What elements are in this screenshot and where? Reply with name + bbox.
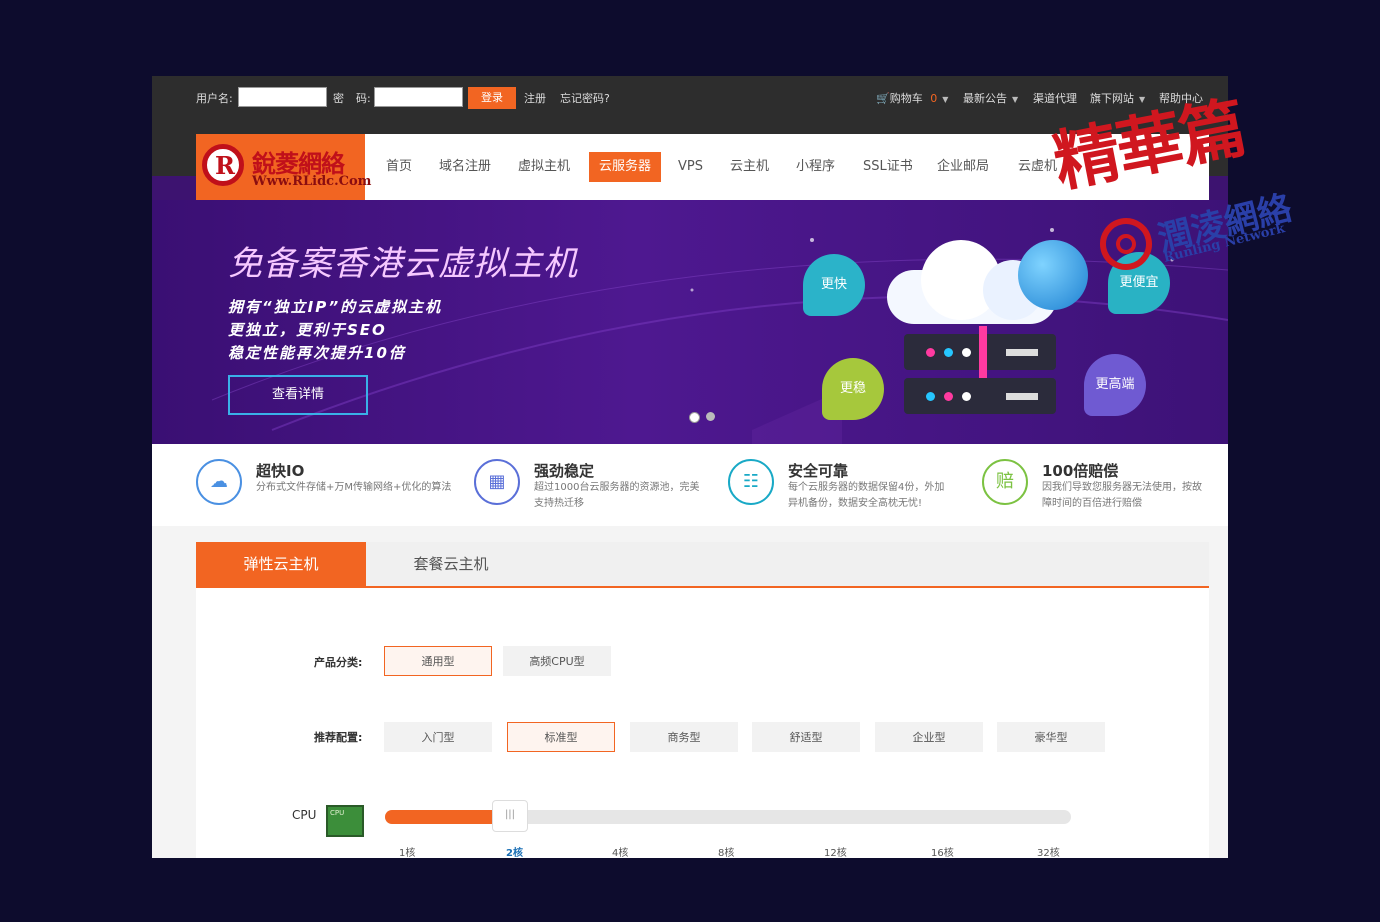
feature-title-stable: 强劲稳定 [534, 462, 595, 480]
bubble-high-end: 更高端 [1084, 354, 1146, 416]
cart-count: 0 [930, 92, 938, 105]
product-tabs: 弹性云主机 套餐云主机 [196, 542, 1209, 588]
nav-item-cloud-host[interactable]: 云主机 [730, 134, 769, 200]
config-standard[interactable]: 标准型 [507, 722, 615, 752]
banner-line-2: 更独立，更利于SEO [228, 321, 387, 339]
nav-item-home[interactable]: 首页 [386, 134, 412, 200]
config-luxury[interactable]: 豪华型 [997, 722, 1105, 752]
feature-desc-stable: 超过1000台云服务器的资源池，完美支持热迁移 [534, 482, 700, 509]
nav-item-enterprise-mail[interactable]: 企业邮局 [937, 134, 989, 200]
bubble-stable: 更稳 [822, 358, 884, 420]
cpu-chip-icon: CPU [326, 805, 364, 837]
cpu-tick-selected[interactable]: 2核 [506, 844, 523, 858]
compensation-icon: 赔 [982, 459, 1028, 505]
cpu-tick[interactable]: 32核 [1037, 844, 1060, 858]
cloud-lightning-icon: ☁ [196, 459, 242, 505]
nav-item-virtual-host[interactable]: 虚拟主机 [518, 134, 570, 200]
username-input[interactable] [238, 87, 327, 107]
nav-item-ssl[interactable]: SSL证书 [863, 134, 913, 200]
cpu-tick[interactable]: 4核 [612, 844, 628, 858]
username-label: 用户名: [196, 92, 233, 105]
banner-title: 免备案香港云虚拟主机 [228, 244, 578, 284]
password-label: 密 [333, 92, 344, 105]
nav-item-mini-program[interactable]: 小程序 [796, 134, 835, 200]
cpu-label: CPU [292, 808, 317, 822]
feature-title-io: 超快IO [256, 462, 305, 480]
feature-desc-secure: 每个云服务器的数据保留4份，外加异机备份，数据安全高枕无忧! [788, 482, 945, 509]
category-label: 产品分类: [314, 656, 363, 669]
server-link [979, 326, 987, 382]
config-entry[interactable]: 入门型 [384, 722, 492, 752]
network-tree-icon: ☷ [728, 459, 774, 505]
view-details-button[interactable]: 查看详情 [228, 375, 368, 415]
config-business[interactable]: 商务型 [630, 722, 738, 752]
cpu-tick[interactable]: 16核 [931, 844, 954, 858]
banner-line-3: 稳定性能再次提升10倍 [228, 344, 406, 362]
logo-url: Www.RLidc.Com [252, 174, 372, 189]
cpu-chip-text: CPU [330, 809, 345, 817]
carousel-dot-active[interactable] [689, 412, 700, 423]
chevron-down-icon: ▼ [1012, 95, 1019, 104]
hero-banner: 免备案香港云虚拟主机 拥有“独立IP”的云虚拟主机 更独立，更利于SEO 稳定性… [152, 200, 1228, 444]
channel-agent-link[interactable]: 渠道代理 [1033, 90, 1077, 106]
cart-label: 购物车 [889, 92, 923, 105]
cpu-tick[interactable]: 1核 [399, 844, 415, 858]
login-button[interactable]: 登录 [468, 87, 516, 109]
nav-item-vps[interactable]: VPS [678, 134, 703, 200]
server-icon [904, 378, 1056, 414]
feature-title-secure: 安全可靠 [788, 462, 849, 480]
globe-icon [1018, 240, 1088, 310]
logo-mark-icon [202, 144, 244, 186]
tab-elastic-cloud[interactable]: 弹性云主机 [196, 542, 366, 586]
cart-link[interactable]: 🛒购物车 0 ▼ [876, 90, 948, 106]
announcements-label: 最新公告 [963, 92, 1007, 105]
feature-title-compensation: 100倍赔偿 [1042, 462, 1119, 480]
cpu-slider-handle[interactable]: ||| [492, 800, 528, 832]
feature-desc-compensation: 因我们导致您服务器无法使用，按故障时间的百倍进行赔偿 [1042, 482, 1202, 509]
cpu-tick[interactable]: 8核 [718, 844, 734, 858]
carousel-dot[interactable] [706, 412, 715, 421]
option-general[interactable]: 通用型 [384, 646, 492, 676]
feature-desc-io: 分布式文件存储+万M传输网络+优化的算法 [256, 482, 452, 493]
register-link[interactable]: 注册 [524, 90, 546, 106]
nav-item-cloud-server[interactable]: 云服务器 [589, 152, 662, 182]
tab-package-cloud[interactable]: 套餐云主机 [366, 542, 536, 586]
cpu-slider-track[interactable] [385, 810, 1071, 824]
announcements-link[interactable]: 最新公告 ▼ [963, 90, 1018, 106]
password-label-2: 码: [356, 92, 371, 105]
password-input[interactable] [374, 87, 463, 107]
cart-icon: 🛒 [876, 92, 890, 105]
config-comfort[interactable]: 舒适型 [752, 722, 860, 752]
cpu-tick[interactable]: 12核 [824, 844, 847, 858]
banner-line-1: 拥有“独立IP”的云虚拟主机 [228, 298, 443, 316]
config-label: 推荐配置: [314, 731, 363, 744]
server-cluster-icon: ▦ [474, 459, 520, 505]
config-enterprise[interactable]: 企业型 [875, 722, 983, 752]
option-high-freq-cpu[interactable]: 高频CPU型 [503, 646, 611, 676]
chevron-down-icon: ▼ [942, 95, 949, 104]
bubble-faster: 更快 [803, 254, 865, 316]
nav-item-domain[interactable]: 域名注册 [439, 134, 491, 200]
forgot-password-link[interactable]: 忘记密码? [560, 90, 610, 106]
cpu-slider-fill [385, 810, 500, 824]
logo[interactable]: 銳菱網絡 Www.RLidc.Com [196, 134, 371, 200]
